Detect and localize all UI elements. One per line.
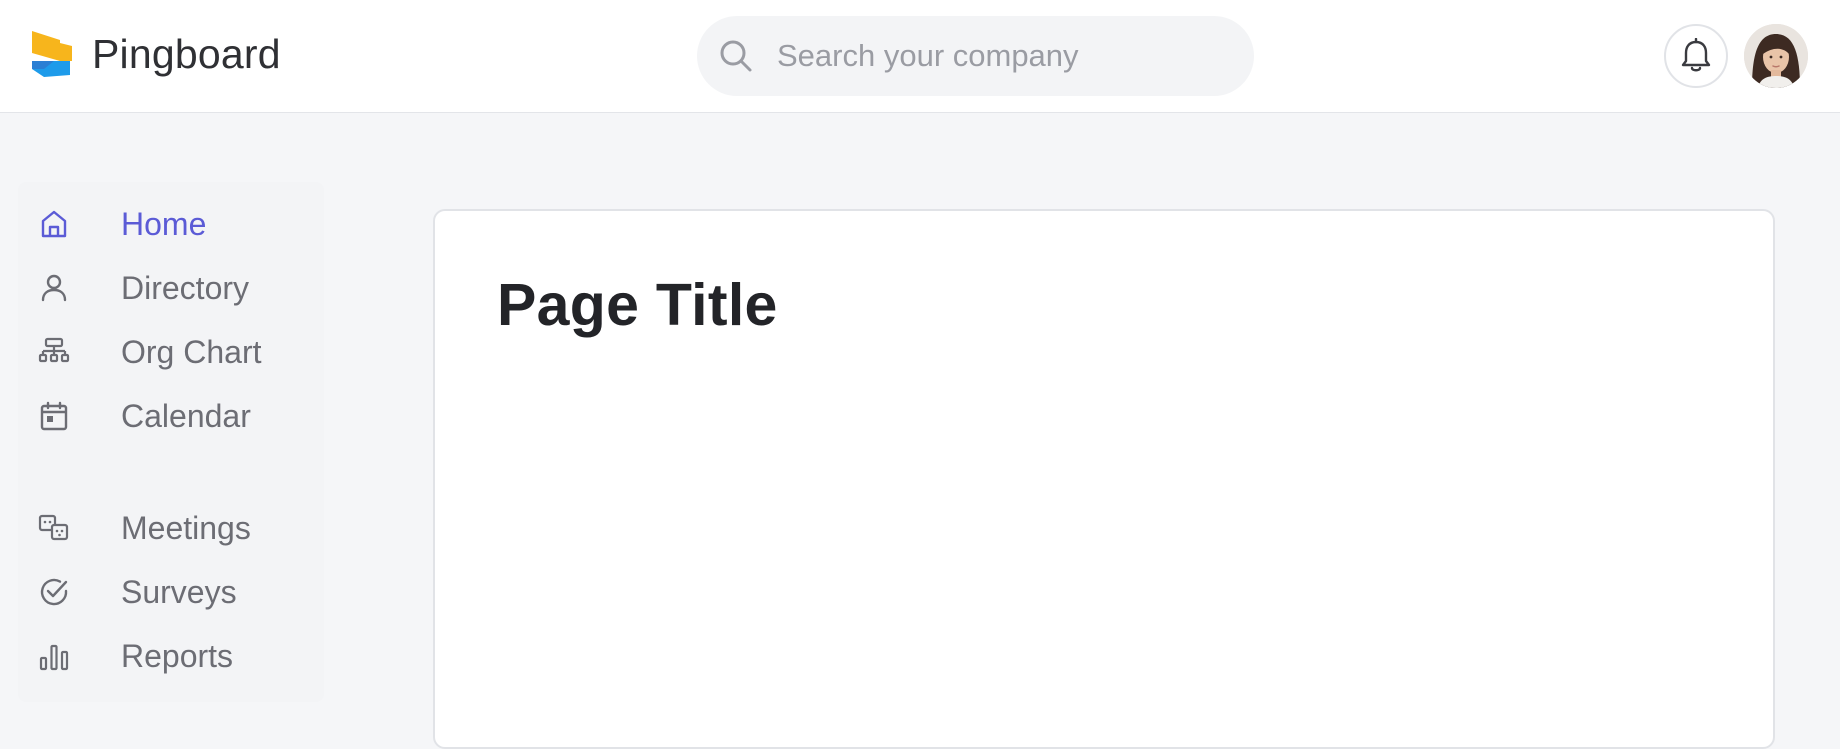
check-circle-icon	[36, 574, 72, 610]
sidebar-item-directory[interactable]: Directory	[36, 260, 316, 316]
sidebar-nav: Home Directory Org Chart Calendar Meetin…	[18, 182, 324, 702]
sidebar-item-label: Home	[121, 205, 207, 242]
main-content-card: Page Title	[433, 209, 1775, 749]
bar-chart-icon	[36, 638, 72, 674]
sidebar-item-label: Surveys	[121, 573, 237, 610]
sidebar-item-org-chart[interactable]: Org Chart	[36, 324, 316, 380]
org-chart-icon	[36, 334, 72, 370]
meetings-icon	[36, 510, 72, 546]
bell-icon	[1681, 38, 1711, 72]
avatar-portrait	[1744, 24, 1808, 88]
sidebar-item-label: Org Chart	[121, 333, 262, 370]
sidebar-item-home[interactable]: Home	[36, 196, 316, 252]
sidebar-item-label: Calendar	[121, 397, 251, 434]
page-title: Page Title	[497, 272, 778, 338]
sidebar-item-label: Directory	[121, 269, 250, 306]
sidebar-item-label: Meetings	[121, 509, 251, 546]
pingboard-logo-icon	[32, 31, 72, 77]
calendar-icon	[36, 398, 72, 434]
top-bar: Pingboard	[0, 0, 1840, 113]
sidebar-item-meetings[interactable]: Meetings	[36, 500, 316, 556]
search-input[interactable]	[777, 32, 1227, 80]
sidebar-item-calendar[interactable]: Calendar	[36, 388, 316, 444]
search-icon	[720, 40, 752, 72]
app-logo[interactable]: Pingboard	[30, 31, 281, 77]
person-icon	[36, 270, 72, 306]
sidebar-item-reports[interactable]: Reports	[36, 628, 316, 684]
sidebar-item-surveys[interactable]: Surveys	[36, 564, 316, 620]
search-bar[interactable]	[697, 16, 1254, 96]
sidebar-item-label: Reports	[121, 637, 234, 674]
home-icon	[36, 206, 72, 242]
app-name: Pingboard	[92, 31, 281, 77]
user-avatar[interactable]	[1744, 24, 1808, 88]
notifications-button[interactable]	[1664, 24, 1728, 88]
